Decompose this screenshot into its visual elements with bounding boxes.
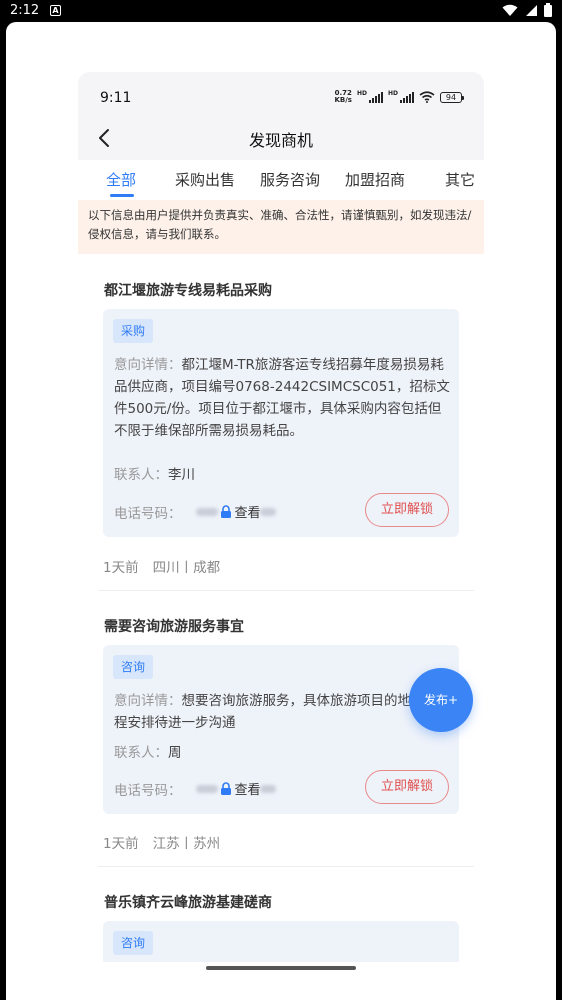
- battery-level: 94: [440, 91, 464, 103]
- app-window: 9:11 0.72 KB/s HD HD 94 发现商机 全部 采购出售 服务咨…: [6, 22, 556, 1000]
- tab-all[interactable]: 全部: [106, 169, 136, 190]
- item-title[interactable]: 需要咨询旅游服务事宜: [104, 616, 244, 636]
- cell-signal-icon: [526, 4, 537, 16]
- wifi-icon: [419, 91, 435, 103]
- masked-phone-number: 查看: [196, 779, 276, 798]
- phone-row: 电话号码： 查看: [114, 502, 276, 522]
- system-status-icons: [502, 3, 552, 17]
- item-detail: 意向详情：想要咨询旅游服务，具体旅游项目的地和行程安排待进一步沟通: [114, 690, 450, 734]
- inner-status-bar: 9:11 0.72 KB/s HD HD 94: [78, 72, 484, 120]
- contact-name: 李川: [168, 467, 195, 483]
- category-tabs: 全部 采购出售 服务咨询 加盟招商 其它: [78, 160, 484, 200]
- view-label: 查看: [234, 506, 261, 521]
- tab-service-consult[interactable]: 服务咨询: [260, 169, 320, 190]
- item-divider: [98, 866, 474, 867]
- disclaimer-notice: 以下信息由用户提供并负责真实、准确、合法性，请谨慎甄别，如发现违法/侵权信息，请…: [78, 200, 484, 254]
- contact-row: 联系人：李川: [114, 463, 195, 483]
- detail-label: 意向详情：: [114, 357, 182, 373]
- contact-label: 联系人：: [114, 745, 168, 761]
- masked-phone-number: 查看: [196, 502, 276, 521]
- home-indicator[interactable]: [206, 966, 356, 970]
- phone-label: 电话号码：: [114, 783, 182, 799]
- contact-label: 联系人：: [114, 467, 168, 483]
- signal-bars-2-icon: [400, 91, 414, 103]
- system-time: 2:12: [10, 3, 40, 18]
- lock-icon: [220, 505, 231, 518]
- hd-badge-2: HD: [387, 90, 398, 97]
- item-divider: [98, 590, 474, 591]
- unlock-button[interactable]: 立即解锁: [365, 493, 449, 527]
- page-title: 发现商机: [248, 131, 313, 150]
- item-meta: 1天前 江苏丨苏州: [103, 832, 220, 852]
- battery-icon: [544, 3, 552, 17]
- inner-time: 9:11: [100, 90, 132, 106]
- active-tab-indicator: [110, 194, 134, 197]
- detail-label: 意向详情：: [114, 693, 182, 709]
- lock-icon: [220, 782, 231, 795]
- item-card: 咨询 意向详情：想要咨询旅游服务，具体旅游项目的地和行程安排待进一步沟通 联系人…: [103, 645, 459, 814]
- notification-a-icon: A: [50, 5, 61, 16]
- item-detail: 意向详情：都江堰M-TR旅游客运专线招募年度易损易耗品供应商，项目编号0768-…: [114, 354, 450, 442]
- contact-name: 周: [168, 745, 182, 761]
- signal-bars-icon: [368, 91, 383, 103]
- tab-purchase-sale[interactable]: 采购出售: [175, 169, 235, 190]
- post-time: 1天前: [103, 560, 139, 576]
- navigation-bar: 发现商机: [78, 120, 484, 160]
- unlock-button[interactable]: 立即解锁: [365, 770, 449, 804]
- tab-other[interactable]: 其它: [445, 169, 475, 190]
- item-card: 采购 意向详情：都江堰M-TR旅游客运专线招募年度易损易耗品供应商，项目编号07…: [103, 309, 459, 537]
- publish-fab-button[interactable]: 发布+: [409, 668, 473, 732]
- system-status-bar: 2:12 A: [0, 0, 562, 22]
- phone-row: 电话号码： 查看: [114, 779, 276, 799]
- category-tag: 咨询: [113, 655, 154, 679]
- item-card: 咨询: [103, 921, 459, 962]
- category-tag: 采购: [113, 319, 154, 343]
- wifi-icon: [502, 4, 518, 16]
- tab-franchise[interactable]: 加盟招商: [345, 169, 405, 190]
- hd-badge: HD: [356, 90, 367, 97]
- phone-screen: 9:11 0.72 KB/s HD HD 94 发现商机 全部 采购出售 服务咨…: [78, 72, 484, 962]
- view-label: 查看: [234, 783, 261, 798]
- item-title[interactable]: 普乐镇齐云峰旅游基建磋商: [104, 892, 272, 912]
- post-location: 四川丨成都: [152, 560, 221, 576]
- inner-status-icons: 0.72 KB/s HD HD 94: [334, 89, 464, 104]
- view-phone-button[interactable]: 查看: [220, 502, 261, 521]
- item-title[interactable]: 都江堰旅游专线易耗品采购: [104, 280, 272, 300]
- view-phone-button[interactable]: 查看: [220, 779, 261, 798]
- phone-label: 电话号码：: [114, 506, 182, 522]
- network-speed: 0.72 KB/s: [334, 89, 352, 104]
- category-tag: 咨询: [113, 931, 154, 955]
- contact-row: 联系人：周: [114, 741, 182, 761]
- item-meta: 1天前 四川丨成都: [103, 556, 220, 576]
- post-location: 江苏丨苏州: [152, 836, 221, 852]
- post-time: 1天前: [103, 836, 139, 852]
